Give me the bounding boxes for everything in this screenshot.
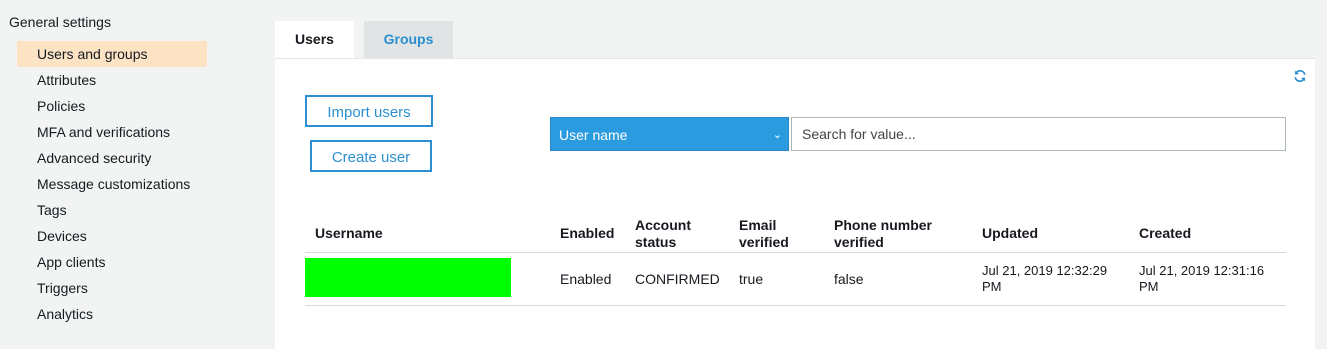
col-header-enabled[interactable]: Enabled [560, 225, 614, 242]
sidebar-item-mfa[interactable]: MFA and verifications [17, 119, 207, 145]
row-divider [305, 305, 1286, 306]
cell-email-verified: true [739, 271, 764, 287]
col-header-username[interactable]: Username [315, 225, 383, 242]
users-panel: Import users Create user User name ⌄ Use… [275, 58, 1315, 349]
sidebar-item-advanced-security[interactable]: Advanced security [17, 145, 207, 171]
filter-attribute-select[interactable]: User name ⌄ [550, 117, 789, 151]
sidebar-item-triggers[interactable]: Triggers [17, 275, 207, 301]
sidebar-item-analytics[interactable]: Analytics [17, 301, 207, 327]
sidebar-item-attributes[interactable]: Attributes [17, 67, 207, 93]
col-header-created[interactable]: Created [1139, 225, 1191, 242]
col-header-phone-verified[interactable]: Phone number verified [834, 217, 932, 251]
sidebar-heading[interactable]: General settings [9, 14, 111, 30]
cell-created: Jul 21, 2019 12:31:16 PM [1139, 263, 1265, 294]
search-input[interactable] [791, 117, 1286, 151]
sidebar-nav: Users and groups Attributes Policies MFA… [17, 41, 207, 327]
refresh-icon[interactable] [1293, 69, 1307, 83]
create-user-button[interactable]: Create user [310, 140, 432, 172]
col-header-updated[interactable]: Updated [982, 225, 1038, 242]
cell-enabled: Enabled [560, 271, 612, 287]
sidebar-item-devices[interactable]: Devices [17, 223, 207, 249]
tab-groups[interactable]: Groups [364, 21, 453, 58]
cell-updated: Jul 21, 2019 12:32:29 PM [982, 263, 1108, 294]
sidebar-item-tags[interactable]: Tags [17, 197, 207, 223]
col-header-account-status[interactable]: Account status [635, 217, 691, 251]
cell-account-status: CONFIRMED [635, 271, 720, 287]
sidebar-item-users-and-groups[interactable]: Users and groups [17, 41, 207, 67]
col-header-email-verified[interactable]: Email verified [739, 217, 789, 251]
sidebar: General settings Users and groups Attrib… [0, 0, 260, 335]
username-redacted-link[interactable] [305, 258, 511, 297]
header-divider [305, 252, 1286, 253]
import-users-button[interactable]: Import users [305, 95, 433, 127]
sidebar-item-policies[interactable]: Policies [17, 93, 207, 119]
tab-users[interactable]: Users [275, 21, 354, 58]
chevron-down-icon: ⌄ [772, 129, 782, 141]
cell-phone-verified: false [834, 271, 864, 287]
sidebar-item-app-clients[interactable]: App clients [17, 249, 207, 275]
sidebar-item-message-customizations[interactable]: Message customizations [17, 171, 207, 197]
filter-attribute-value: User name [559, 127, 628, 143]
